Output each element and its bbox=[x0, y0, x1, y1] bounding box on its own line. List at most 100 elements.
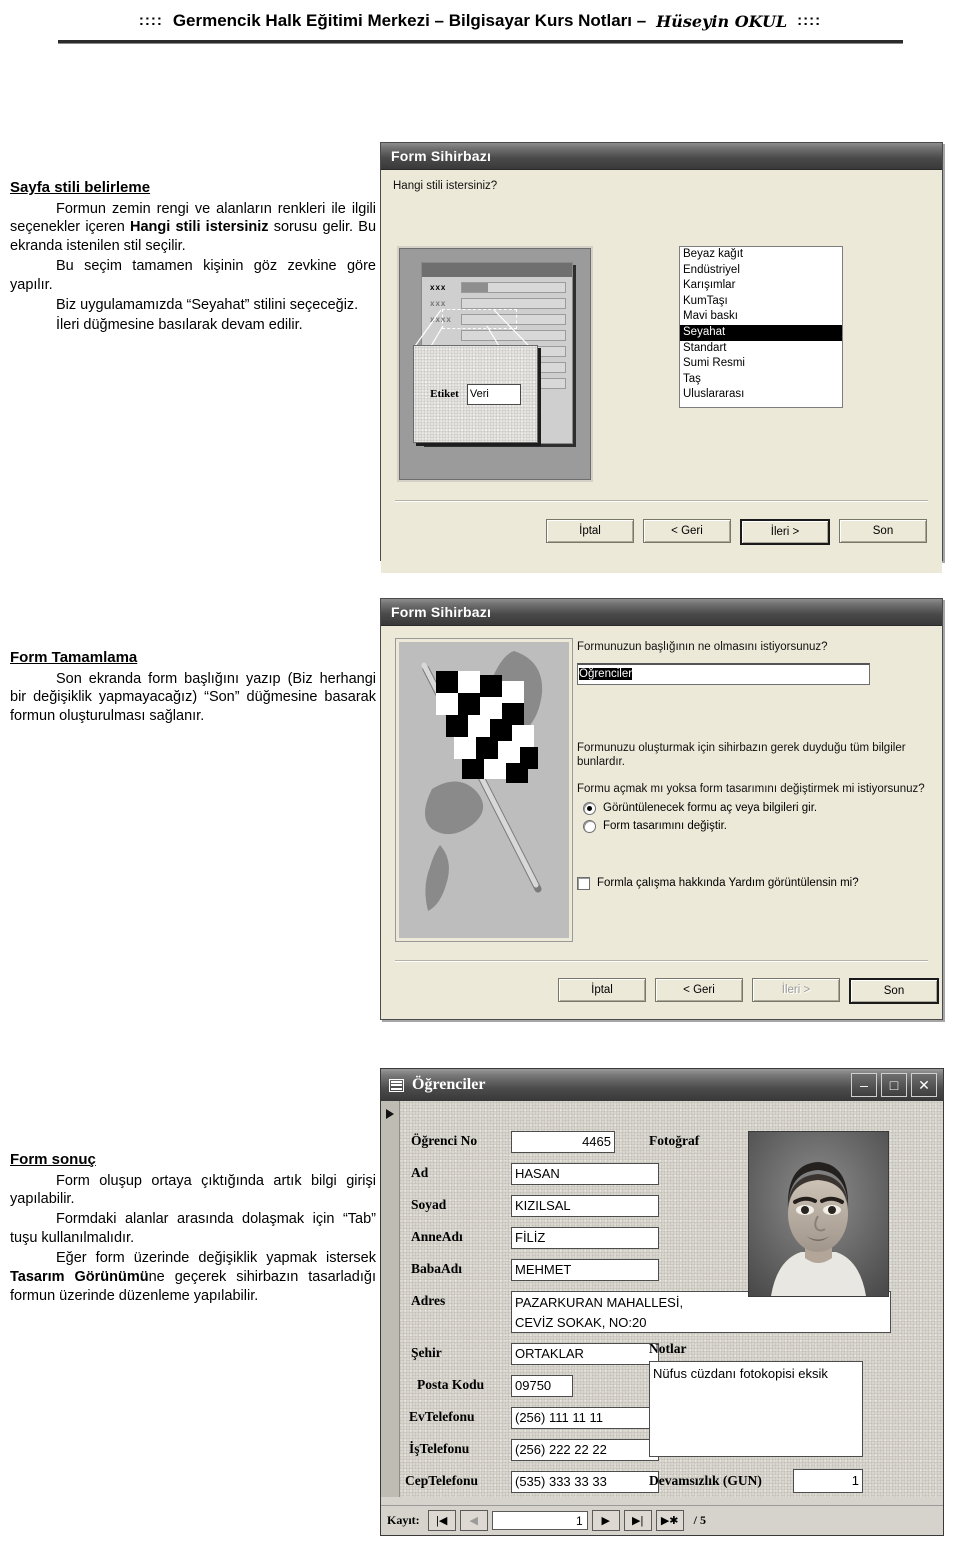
next-button: İleri > bbox=[752, 978, 840, 1002]
ogrenciler-form-window[interactable]: Öğrenciler – □ ✕ Öğrenci No 4465 Ad HASA… bbox=[380, 1068, 944, 1536]
form-wizard-finish-dialog[interactable]: Form Sihirbazı Formunuzun başlığının ne … bbox=[380, 598, 943, 1020]
first-record-button[interactable]: |◀ bbox=[427, 1510, 456, 1531]
form-wizard-style-dialog[interactable]: Form Sihirbazı Hangi stili istersiniz? x… bbox=[380, 142, 943, 573]
field-label-ogrenci-no: Öğrenci No bbox=[411, 1133, 478, 1148]
radio-open-form[interactable]: Görüntülenecek formu aç veya bilgileri g… bbox=[583, 801, 925, 815]
field-input-ogrenci-no[interactable]: 4465 bbox=[511, 1131, 615, 1153]
back-button[interactable]: < Geri bbox=[655, 978, 743, 1002]
field-input-is-telefonu[interactable]: (256) 222 22 22 bbox=[511, 1439, 659, 1461]
total-records-label: / 5 bbox=[693, 1513, 707, 1527]
finish-button[interactable]: Son bbox=[849, 978, 939, 1004]
field-input-cep-telefonu[interactable]: (535) 333 33 33 bbox=[511, 1471, 659, 1493]
field-input-soyad[interactable]: KIZILSAL bbox=[511, 1195, 659, 1217]
preview-field bbox=[461, 298, 566, 309]
checkered-flag-icon bbox=[421, 651, 543, 911]
preview-zoom-card: Etiket Veri bbox=[413, 345, 538, 443]
field-input-ad[interactable]: HASAN bbox=[511, 1163, 659, 1185]
wizard-info-text-2: Formu açmak mı yoksa form tasarımını değ… bbox=[577, 783, 925, 796]
record-nav-label: Kayıt: bbox=[387, 1513, 420, 1527]
notes-textarea[interactable]: Nüfus cüzdanı fotokopisi eksik bbox=[649, 1361, 863, 1457]
close-button[interactable]: ✕ bbox=[911, 1073, 937, 1097]
section-heading: Form Tamamlama bbox=[10, 649, 138, 666]
form-title-question: Formunuzun başlığının ne olmasını istiyo… bbox=[577, 641, 828, 653]
field-input-anne-adi[interactable]: FİLİZ bbox=[511, 1227, 659, 1249]
last-record-button[interactable]: ▶| bbox=[623, 1510, 652, 1531]
cancel-button[interactable]: İptal bbox=[558, 978, 646, 1002]
dialog-title: Form Sihirbazı bbox=[391, 604, 492, 620]
radio-open-form-label: Görüntülenecek formu aç veya bilgileri g… bbox=[603, 802, 818, 815]
style-option[interactable]: KumTaşı bbox=[680, 294, 842, 310]
field-label-cep-telefonu: CepTelefonu bbox=[405, 1473, 479, 1488]
section-paragraph: Formun zemin rengi ve alanların renkleri… bbox=[10, 200, 377, 255]
section-paragraph: Son ekranda form başlığını yazıp (Biz he… bbox=[10, 670, 376, 725]
back-button[interactable]: < Geri bbox=[643, 519, 731, 543]
record-navigation-bar[interactable]: Kayıt: |◀ ◀ 1 ▶ ▶| ▶✱ / 5 bbox=[381, 1505, 943, 1535]
style-option[interactable]: Uluslararası bbox=[680, 387, 842, 403]
section-sayfa-stili-belirleme: Sayfa stili belirleme Formun zemin rengi… bbox=[10, 178, 376, 335]
form-window-title: Öğrenciler bbox=[412, 1076, 486, 1093]
section-paragraph: Formdaki alanlar arasında dolaşmak için … bbox=[10, 1211, 376, 1247]
checkbox-icon bbox=[577, 876, 590, 890]
dialog-button-row: İptal < Geri İleri > Son bbox=[546, 519, 927, 545]
new-record-button[interactable]: ▶✱ bbox=[655, 1510, 684, 1531]
style-option[interactable]: Endüstriyel bbox=[680, 263, 842, 279]
next-record-button[interactable]: ▶ bbox=[591, 1510, 620, 1531]
radio-dot-icon bbox=[583, 801, 596, 815]
section-heading: Sayfa stili belirleme bbox=[10, 179, 151, 196]
style-option[interactable]: Beyaz kağıt bbox=[680, 247, 842, 263]
section-heading: Form sonuç bbox=[10, 1151, 96, 1168]
style-option[interactable]: Standart bbox=[680, 341, 842, 357]
dialog-button-row: İptal < Geri İleri > Son bbox=[558, 978, 939, 1004]
form-title-input[interactable]: Öğrenciler bbox=[577, 662, 870, 685]
preview-zoom-label: Etiket bbox=[430, 388, 459, 400]
next-button[interactable]: İleri > bbox=[740, 519, 830, 545]
field-label-adres: Adres bbox=[411, 1293, 446, 1308]
style-option-selected[interactable]: Seyahat bbox=[680, 324, 842, 341]
dialog-separator bbox=[395, 500, 928, 502]
radio-modify-design[interactable]: Form tasarımını değiştir. bbox=[583, 819, 925, 833]
field-input-baba-adi[interactable]: MEHMET bbox=[511, 1259, 659, 1281]
header-dots-right: :::: bbox=[797, 12, 822, 29]
record-selector[interactable] bbox=[381, 1101, 400, 1497]
style-listbox[interactable]: Beyaz kağıt Endüstriyel Karışımlar KumTa… bbox=[679, 246, 843, 408]
section-paragraph: Form oluşup ortaya çıktığında artık bilg… bbox=[10, 1172, 376, 1208]
style-option[interactable]: Taş bbox=[680, 372, 842, 388]
form-window-titlebar[interactable]: Öğrenciler – □ ✕ bbox=[381, 1069, 943, 1101]
form-detail-area: Öğrenci No 4465 Ad HASAN Soyad KIZILSAL … bbox=[381, 1101, 943, 1497]
field-input-adres[interactable]: PAZARKURAN MAHALLESİ, CEVİZ SOKAK, NO:20 bbox=[511, 1291, 891, 1333]
field-input-sehir[interactable]: ORTAKLAR bbox=[511, 1343, 659, 1365]
portrait-photo-image bbox=[749, 1132, 888, 1296]
section-form-tamamlama: Form Tamamlama Son ekranda form başlığın… bbox=[10, 648, 376, 727]
style-option[interactable]: Mavi baskı bbox=[680, 309, 842, 325]
preview-field bbox=[461, 330, 566, 341]
style-option[interactable]: Karışımlar bbox=[680, 278, 842, 294]
current-record-input[interactable]: 1 bbox=[491, 1511, 588, 1530]
absence-label: Devamsızlık (GUN) bbox=[649, 1473, 762, 1488]
help-checkbox[interactable]: Formla çalışma hakkında Yardım görüntüle… bbox=[577, 876, 925, 890]
field-label-sehir: Şehir bbox=[411, 1345, 442, 1360]
field-input-posta-kodu[interactable]: 09750 bbox=[511, 1375, 573, 1397]
section-paragraph: İleri düğmesine basılarak devam edilir. bbox=[56, 316, 303, 333]
minimize-button[interactable]: – bbox=[851, 1073, 877, 1097]
finish-button[interactable]: Son bbox=[839, 519, 927, 543]
preview-selection-marquee bbox=[442, 309, 517, 329]
header-divider bbox=[58, 40, 903, 44]
dialog-titlebar[interactable]: Form Sihirbazı bbox=[381, 599, 942, 626]
field-input-ev-telefonu[interactable]: (256) 111 11 11 bbox=[511, 1407, 659, 1429]
section-paragraph: Eğer form üzerinde değişiklik yapmak ist… bbox=[10, 1249, 376, 1304]
notes-label: Notlar bbox=[649, 1341, 687, 1356]
radio-dot-icon bbox=[583, 819, 596, 833]
absence-input[interactable]: 1 bbox=[793, 1469, 863, 1493]
maximize-button[interactable]: □ bbox=[881, 1073, 907, 1097]
student-photo bbox=[748, 1131, 889, 1297]
section-paragraph: Bu seçim tamamen kişinin göz zevkine gör… bbox=[10, 258, 376, 293]
style-option[interactable]: Sumi Resmi bbox=[680, 356, 842, 372]
page-header: :::: Germencik Halk Eğitimi Merkezi – Bi… bbox=[0, 0, 960, 46]
previous-record-button[interactable]: ◀ bbox=[459, 1510, 488, 1531]
preview-label: xxx bbox=[430, 283, 447, 292]
field-label-baba-adi: BabaAdı bbox=[411, 1261, 463, 1276]
cancel-button[interactable]: İptal bbox=[546, 519, 634, 543]
dialog-titlebar[interactable]: Form Sihirbazı bbox=[381, 143, 942, 170]
field-label-ev-telefonu: EvTelefonu bbox=[409, 1409, 475, 1424]
form-icon bbox=[389, 1078, 404, 1092]
